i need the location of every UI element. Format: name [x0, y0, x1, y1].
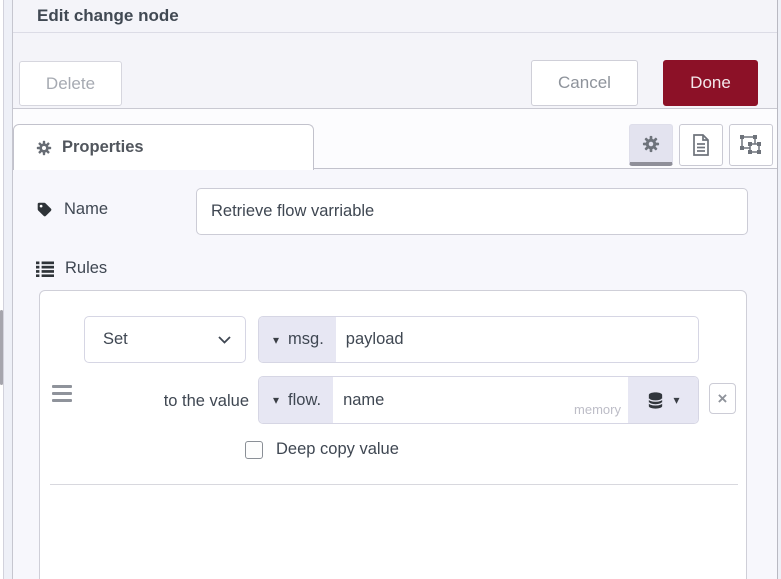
deep-copy-label: Deep copy value [276, 440, 399, 458]
screen: Edit change node Delete Cancel Done Prop… [0, 0, 781, 579]
properties-form: Name Rules Set [13, 169, 777, 579]
deep-copy-row: Deep copy value [245, 440, 399, 459]
caret-down-icon: ▾ [273, 332, 280, 347]
document-icon [691, 133, 711, 157]
rule-action-value: Set [103, 330, 128, 348]
drag-handle-bar [52, 392, 72, 395]
dialog-title: Edit change node [37, 6, 179, 25]
dialog-header: Edit change node [13, 0, 777, 33]
tab-bar: Properties [13, 109, 777, 170]
name-row-label: Name [36, 200, 108, 219]
name-label: Name [64, 200, 109, 218]
caret-down-icon: ▾ [673, 393, 680, 407]
appearance-icon [739, 134, 763, 156]
tab-properties[interactable]: Properties [13, 124, 314, 170]
edit-node-dialog: Edit change node Delete Cancel Done Prop… [12, 0, 778, 579]
rule-property-type-button[interactable]: ▾ msg. [259, 317, 336, 362]
cancel-button[interactable]: Cancel [531, 60, 638, 106]
close-icon: × [717, 388, 728, 408]
rule-value-input[interactable]: name memory [333, 377, 628, 423]
list-icon [36, 261, 54, 277]
rule-property-typed-input: ▾ msg. payload [258, 316, 699, 363]
drag-handle-bar [52, 399, 72, 402]
dialog-toolbar: Delete Cancel Done [13, 33, 777, 109]
caret-down-icon: ▾ [273, 393, 280, 407]
tab-properties-label: Properties [62, 138, 144, 156]
deep-copy-checkbox[interactable] [245, 440, 263, 459]
remove-rule-button[interactable]: × [709, 383, 736, 414]
cancel-button-label: Cancel [558, 73, 611, 92]
store-select-button[interactable]: ▾ [628, 377, 698, 423]
gear-icon [36, 140, 52, 156]
rules-container: Set ▾ msg. payload to the value ▾ flow. … [39, 290, 747, 579]
rule-drag-handle[interactable] [52, 385, 72, 406]
rule-value-typed-input: ▾ flow. name memory ▾ [258, 376, 699, 424]
store-hint: memory [574, 402, 621, 417]
rule-value-value: name [343, 390, 385, 409]
chevron-down-icon [218, 335, 231, 344]
workspace-strip [4, 0, 12, 579]
done-button-label: Done [690, 73, 731, 92]
delete-button[interactable]: Delete [19, 61, 122, 106]
to-value-label: to the value [163, 392, 249, 410]
name-input[interactable] [196, 188, 748, 235]
rules-label: Rules [65, 259, 108, 277]
done-button[interactable]: Done [663, 60, 758, 106]
tag-icon [36, 201, 53, 218]
tab-icon-properties[interactable] [629, 124, 673, 166]
rule-value-type: flow. [288, 390, 322, 409]
drag-handle-bar [52, 385, 72, 388]
rule-property-input[interactable]: payload [336, 317, 698, 362]
rule-value-type-button[interactable]: ▾ flow. [259, 377, 334, 423]
tab-icon-description[interactable] [679, 124, 723, 166]
database-icon [646, 391, 665, 410]
gear-icon [642, 135, 660, 153]
scrollbar-thumb[interactable] [0, 310, 3, 385]
tab-icon-appearance[interactable] [729, 124, 773, 166]
rule-action-select[interactable]: Set [84, 316, 246, 363]
rule-property-type: msg. [288, 330, 324, 348]
rule-property-value: payload [345, 330, 404, 348]
rules-row-label: Rules [36, 259, 107, 278]
rule-divider [50, 484, 738, 485]
delete-button-label: Delete [45, 73, 96, 93]
